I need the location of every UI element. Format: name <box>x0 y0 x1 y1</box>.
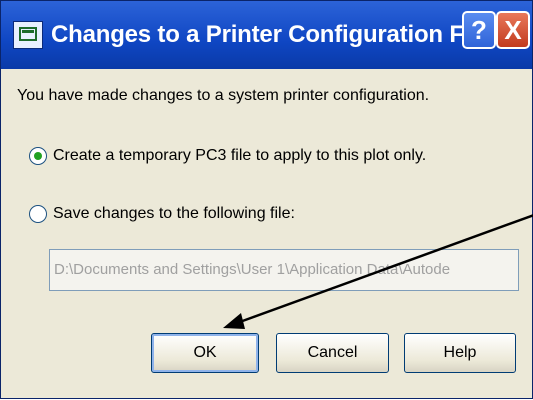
ok-button[interactable]: OK <box>151 333 259 373</box>
file-path-field: D:\Documents and Settings\User 1\Applica… <box>49 249 519 291</box>
radio-button-selected[interactable] <box>29 147 47 165</box>
close-icon[interactable]: X <box>496 11 530 49</box>
help-icon[interactable]: ? <box>462 11 496 49</box>
printer-config-app-icon <box>13 21 43 49</box>
radio-temporary-pc3-label: Create a temporary PC3 file to apply to … <box>53 147 427 164</box>
printer-config-dialog: Changes to a Printer Configuration File … <box>0 0 533 399</box>
dialog-message: You have made changes to a system printe… <box>17 87 430 104</box>
radio-button-unselected[interactable] <box>29 205 47 223</box>
radio-save-changes-label: Save changes to the following file: <box>53 205 295 222</box>
help-button[interactable]: Help <box>404 333 516 373</box>
dialog-title: Changes to a Printer Configuration File <box>51 21 490 48</box>
cancel-button[interactable]: Cancel <box>276 333 389 373</box>
title-bar[interactable]: Changes to a Printer Configuration File … <box>1 1 532 69</box>
